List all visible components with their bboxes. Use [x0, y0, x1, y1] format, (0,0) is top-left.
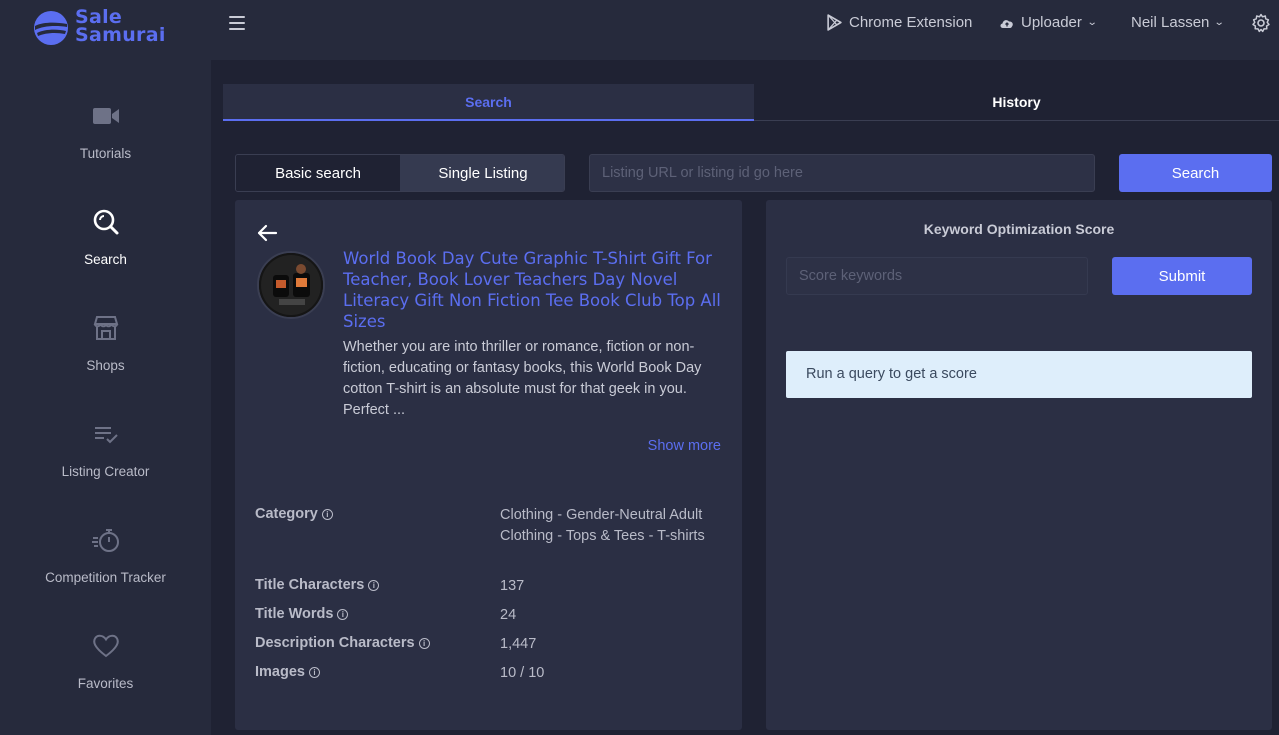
single-listing-toggle[interactable]: Single Listing [400, 155, 564, 191]
sidebar-item-listing-creator[interactable]: Listing Creator [0, 418, 211, 508]
listing-url-input[interactable] [589, 154, 1095, 192]
stat-label-text: Title Characters [255, 577, 365, 593]
listing-description: Whether you are into thriller or romance… [343, 339, 702, 418]
hamburger-menu-icon[interactable] [229, 16, 245, 32]
sidebar-item-label: Search [84, 252, 127, 267]
logo-mark-icon [34, 11, 68, 45]
stat-value: 137 [500, 578, 525, 594]
stat-label: Description Characters i [255, 635, 430, 651]
stat-row-category: Category i Clothing - Gender-Neutral Adul… [255, 506, 725, 577]
stat-value: 24 [500, 607, 517, 623]
sidebar-item-search[interactable]: Search [0, 206, 211, 296]
stat-value: 10 / 10 [500, 665, 545, 681]
stat-label: Category i [255, 506, 333, 522]
submit-button[interactable]: Submit [1112, 257, 1252, 295]
sidebar-item-label: Favorites [77, 676, 134, 691]
shop-icon [92, 312, 120, 344]
sidebar-item-label: Shops [86, 358, 125, 373]
main-tabs: Search History [223, 84, 1279, 122]
sale-samurai-logo[interactable]: Sale Samurai [33, 8, 173, 48]
cloud-upload-icon [1000, 19, 1013, 28]
stat-label-text: Category [255, 506, 318, 522]
basic-search-toggle[interactable]: Basic search [236, 155, 400, 191]
sidebar-item-label: Tutorials [79, 146, 132, 161]
sidebar: Tutorials Search Shops Listing Creator C… [0, 60, 211, 735]
tab-search[interactable]: Search [223, 84, 754, 121]
stopwatch-icon [91, 524, 121, 556]
sidebar-item-shops[interactable]: Shops [0, 312, 211, 402]
chevron-down-icon: ⌄ [1214, 17, 1226, 28]
search-icon [92, 206, 120, 238]
uploader-label: Uploader [1021, 14, 1082, 31]
stat-label-text: Description Characters [255, 635, 415, 651]
listing-title-link[interactable]: World Book Day Cute Graphic T-Shirt Gift… [343, 248, 723, 332]
stat-label: Images i [255, 664, 320, 680]
chrome-extension-label: Chrome Extension [849, 14, 973, 31]
stat-label: Title Words i [255, 606, 349, 622]
sidebar-item-label: Competition Tracker [45, 570, 166, 585]
chrome-extension-link[interactable]: Chrome Extension [826, 14, 972, 31]
sidebar-item-tutorials[interactable]: Tutorials [0, 100, 211, 190]
uploader-dropdown[interactable]: Uploader ⌄ [999, 14, 1098, 31]
search-mode-toggle: Basic search Single Listing [235, 154, 565, 192]
info-icon[interactable]: i [321, 508, 333, 520]
show-more-link[interactable]: Show more [648, 438, 721, 454]
score-keywords-input[interactable] [786, 257, 1088, 295]
stat-label: Title Characters i [255, 577, 380, 593]
heart-icon [92, 630, 120, 662]
listing-details-panel: World Book Day Cute Graphic T-Shirt Gift… [235, 200, 742, 730]
search-button[interactable]: Search [1119, 154, 1272, 192]
video-camera-icon [92, 100, 120, 132]
info-icon[interactable]: i [368, 579, 380, 591]
listing-stats: Category i Clothing - Gender-Neutral Adul… [255, 506, 725, 693]
info-icon[interactable]: i [337, 608, 349, 620]
stat-row-title-words: Title Words i 24 [255, 606, 725, 635]
score-message: Run a query to get a score [786, 351, 1252, 398]
stat-value: 1,447 [500, 636, 537, 652]
sidebar-item-favorites[interactable]: Favorites [0, 630, 211, 720]
tab-history[interactable]: History [754, 84, 1279, 121]
listing-thumbnail[interactable] [257, 251, 325, 319]
top-bar: Sale Samurai Chrome Extension Uploader ⌄… [0, 0, 1279, 60]
play-store-icon [827, 14, 842, 31]
stat-label-text: Images [255, 664, 305, 680]
back-arrow-icon[interactable] [256, 222, 278, 244]
sidebar-item-competition-tracker[interactable]: Competition Tracker [0, 524, 211, 614]
settings-gear-icon[interactable] [1251, 13, 1271, 33]
gear-icon [1252, 13, 1270, 33]
stat-row-images: Images i 10 / 10 [255, 664, 725, 693]
stat-value: Clothing - Gender-Neutral Adult Clothing… [500, 507, 705, 544]
logo-line-2: Samurai [75, 24, 166, 46]
keyword-optimization-panel: Keyword Optimization Score Submit Run a … [766, 200, 1272, 730]
stat-label-text: Title Words [255, 606, 334, 622]
info-icon[interactable]: i [308, 666, 320, 678]
list-check-icon [92, 418, 120, 450]
chevron-down-icon: ⌄ [1086, 17, 1098, 28]
sidebar-item-label: Listing Creator [61, 464, 150, 479]
user-name: Neil Lassen [1131, 14, 1210, 31]
stat-row-title-characters: Title Characters i 137 [255, 577, 725, 606]
keyword-optimization-title: Keyword Optimization Score [923, 221, 1115, 237]
user-menu-dropdown[interactable]: Neil Lassen ⌄ [1131, 14, 1226, 31]
logo-text: Sale Samurai [75, 8, 166, 46]
info-icon[interactable]: i [418, 637, 430, 649]
stat-row-description-characters: Description Characters i 1,447 [255, 635, 725, 664]
